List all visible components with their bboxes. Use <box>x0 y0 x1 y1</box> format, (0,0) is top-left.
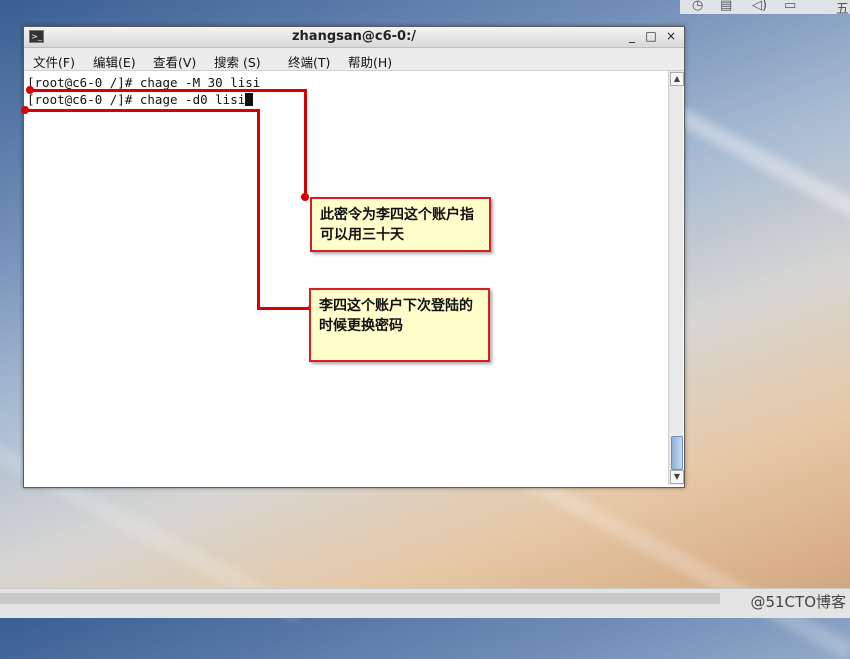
scroll-up-arrow-icon[interactable]: ▲ <box>670 72 684 86</box>
annotation-connector <box>304 89 307 197</box>
minimize-button[interactable]: _ <box>625 29 639 43</box>
scroll-thumb[interactable] <box>671 436 683 470</box>
horizontal-scrollbar[interactable] <box>0 593 720 604</box>
menu-bar: 文件(F) 编辑(E) 查看(V) 搜索 (S) 终端(T) 帮助(H) <box>24 48 684 71</box>
annotation-dot <box>301 193 309 201</box>
network-icon[interactable]: ▤ <box>720 0 732 13</box>
vertical-scrollbar[interactable]: ▲ ▼ <box>668 71 684 485</box>
terminal-output[interactable]: [root@c6-0 /]# chage -M 30 lisi [root@c6… <box>24 71 668 486</box>
scroll-down-arrow-icon[interactable]: ▼ <box>670 470 684 484</box>
title-bar[interactable]: >_ zhangsan@c6-0:/ _ □ × <box>24 27 684 48</box>
watermark: @51CTO博客 <box>750 593 846 611</box>
maximize-button[interactable]: □ <box>644 29 658 43</box>
display-icon[interactable]: ▭ <box>784 0 796 13</box>
tray-text: 五 <box>836 2 850 17</box>
menu-search[interactable]: 搜索 (S) <box>214 52 261 71</box>
top-panel: ◷ ▤ ◁) ▭ 五 <box>680 0 850 17</box>
terminal-window[interactable]: >_ zhangsan@c6-0:/ _ □ × 文件(F) 编辑(E) 查看(… <box>23 26 685 488</box>
annotation-callout-2: 李四这个账户下次登陆的时候更换密码 <box>309 288 490 362</box>
window-title: zhangsan@c6-0:/ <box>291 29 417 44</box>
volume-icon[interactable]: ◁) <box>752 0 767 13</box>
close-button[interactable]: × <box>664 29 678 43</box>
menu-edit[interactable]: 编辑(E) <box>93 52 136 71</box>
annotation-connector <box>257 307 312 310</box>
annotation-connector <box>257 109 260 309</box>
terminal-line-2-text: [root@c6-0 /]# chage -d0 lisi <box>27 92 246 107</box>
text-cursor <box>245 93 254 106</box>
menu-view[interactable]: 查看(V) <box>153 52 196 71</box>
annotation-connector <box>30 89 305 92</box>
menu-file[interactable]: 文件(F) <box>33 52 75 71</box>
bottom-bar: @51CTO博客 <box>0 588 850 618</box>
menu-help[interactable]: 帮助(H) <box>348 52 392 71</box>
terminal-line-2: [root@c6-0 /]# chage -d0 lisi <box>27 92 254 107</box>
menu-terminal[interactable]: 终端(T) <box>288 52 330 71</box>
clock-icon[interactable]: ◷ <box>692 0 703 13</box>
annotation-callout-1: 此密令为李四这个账户指可以用三十天 <box>310 197 491 252</box>
terminal-line-1: [root@c6-0 /]# chage -M 30 lisi <box>27 75 261 90</box>
annotation-connector <box>25 109 259 112</box>
